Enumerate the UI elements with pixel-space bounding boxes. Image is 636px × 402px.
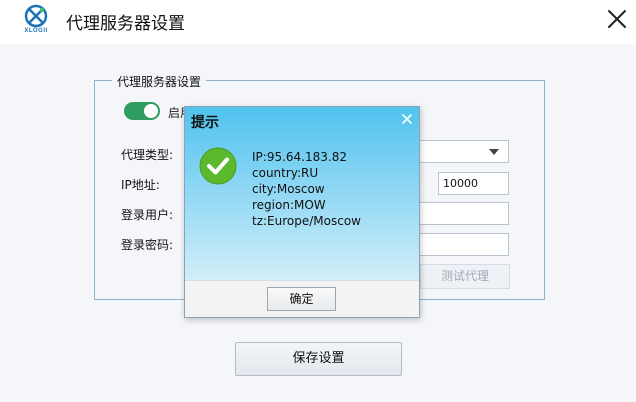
window-header: XLOGII 代理服务器设置 xyxy=(0,0,636,44)
chevron-down-icon xyxy=(489,149,499,155)
check-circle-icon xyxy=(199,147,237,185)
message-line-region: region:MOW xyxy=(252,198,326,212)
close-icon[interactable] xyxy=(604,6,630,32)
proxy-type-select[interactable] xyxy=(408,140,509,163)
prompt-dialog: 提示 IP:95.64.183.82 country:RU city:Mosco… xyxy=(184,106,420,318)
enable-proxy-toggle[interactable] xyxy=(124,102,160,120)
message-line-country: country:RU xyxy=(252,166,319,180)
login-password-input[interactable] xyxy=(408,233,509,256)
port-input[interactable]: 10000 xyxy=(438,172,509,195)
dialog-footer: 确定 xyxy=(185,280,419,317)
dialog-message: IP:95.64.183.82 country:RU city:Moscow r… xyxy=(252,149,414,229)
window-title: 代理服务器设置 xyxy=(66,14,185,34)
dialog-title: 提示 xyxy=(191,115,219,131)
close-icon[interactable] xyxy=(400,112,414,126)
ip-address-label: IP地址: xyxy=(121,178,160,192)
message-line-ip: IP:95.64.183.82 xyxy=(252,150,347,164)
save-settings-button[interactable]: 保存设置 xyxy=(235,342,402,376)
proxy-type-label: 代理类型: xyxy=(121,148,174,162)
dialog-body: 提示 IP:95.64.183.82 country:RU city:Mosco… xyxy=(185,107,419,280)
login-password-label: 登录密码: xyxy=(121,238,174,252)
message-line-timezone: tz:Europe/Moscow xyxy=(252,214,361,228)
login-user-input[interactable] xyxy=(408,202,509,225)
test-proxy-button[interactable]: 测试代理 xyxy=(420,264,510,289)
ok-button[interactable]: 确定 xyxy=(267,287,336,311)
message-line-city: city:Moscow xyxy=(252,182,325,196)
logo-text: XLOGII xyxy=(24,28,48,34)
login-user-label: 登录用户: xyxy=(121,208,174,222)
group-legend: 代理服务器设置 xyxy=(112,73,207,90)
